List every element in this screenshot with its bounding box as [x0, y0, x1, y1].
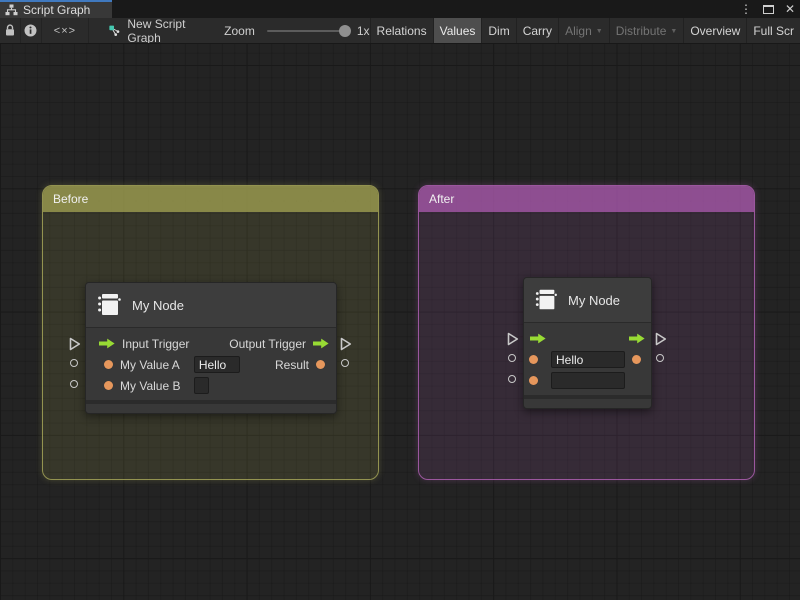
ext-value-port-out-result[interactable] [656, 354, 664, 362]
zoom-slider[interactable] [267, 30, 347, 32]
info-icon [24, 24, 37, 37]
ext-value-port-in-a[interactable] [508, 354, 516, 362]
ext-value-port-out-result[interactable] [341, 359, 349, 367]
code-icon: <×> [54, 25, 76, 37]
zoom-slider-handle[interactable] [339, 25, 351, 37]
port-my-value-a[interactable] [529, 351, 625, 368]
zoom-label: Zoom [224, 24, 255, 38]
ext-value-port-in-b[interactable] [70, 380, 78, 388]
zoom-control: Zoom 1x [224, 18, 369, 43]
node-title: My Node [568, 293, 620, 308]
window-maximize-icon[interactable] [763, 5, 774, 14]
overview-button[interactable]: Overview [683, 18, 746, 43]
trigger-arrow-icon [99, 338, 115, 349]
distribute-dropdown[interactable]: Distribute ▼ [609, 18, 684, 43]
value-port-icon [104, 360, 113, 369]
info-button[interactable] [21, 18, 42, 43]
carry-button[interactable]: Carry [516, 18, 558, 43]
group-before-header[interactable]: Before [43, 186, 378, 212]
value-port-icon [316, 360, 325, 369]
node-header[interactable]: My Node [86, 283, 336, 328]
ext-trigger-port-out[interactable] [655, 332, 667, 346]
port-output-trigger[interactable] [629, 333, 645, 344]
new-graph-label: New Script Graph [127, 18, 198, 44]
port-result[interactable] [632, 355, 641, 364]
value-port-icon [104, 381, 113, 390]
port-input-trigger[interactable] [530, 333, 546, 344]
graph-toolbar: <×> New Script Graph Zoom 1x Relations V… [0, 18, 800, 44]
align-dropdown[interactable]: Align ▼ [558, 18, 609, 43]
value-port-icon [529, 376, 538, 385]
ext-value-port-in-a[interactable] [70, 359, 78, 367]
node-footer [524, 399, 651, 408]
new-script-graph-button[interactable]: New Script Graph [105, 18, 202, 43]
tab-script-graph[interactable]: Script Graph [0, 0, 112, 18]
dim-button[interactable]: Dim [481, 18, 515, 43]
graph-canvas[interactable]: Before After My Node Input Trigger [0, 44, 800, 600]
value-b-input[interactable] [551, 372, 625, 389]
ext-trigger-port-in[interactable] [69, 337, 81, 351]
code-view-button[interactable]: <×> [42, 18, 90, 43]
node-before-my-node[interactable]: My Node Input Trigger Output Trigger My … [85, 282, 337, 414]
group-after-title: After [429, 192, 454, 206]
values-button[interactable]: Values [433, 18, 482, 43]
ext-trigger-port-in[interactable] [507, 332, 519, 346]
ext-trigger-port-out[interactable] [340, 337, 352, 351]
node-after-my-node[interactable]: My Node [523, 277, 652, 409]
trigger-arrow-icon [530, 333, 546, 344]
port-result[interactable]: Result [275, 358, 325, 372]
node-ports: Input Trigger Output Trigger My Value A … [86, 328, 336, 400]
graph-hierarchy-icon [5, 4, 18, 16]
node-default-icon [533, 287, 559, 313]
port-output-trigger[interactable]: Output Trigger [229, 337, 329, 351]
window-menu-icon[interactable]: ⋮ [740, 0, 752, 18]
chevron-down-icon: ▼ [596, 26, 603, 35]
window-controls: ⋮ ✕ [740, 0, 795, 18]
node-title: My Node [132, 298, 184, 313]
toolbar-right-buttons: Relations Values Dim Carry Align ▼ Distr… [370, 18, 800, 43]
value-b-input[interactable] [194, 377, 209, 394]
value-a-input[interactable] [551, 351, 625, 368]
group-after-header[interactable]: After [419, 186, 754, 212]
trigger-arrow-icon [629, 333, 645, 344]
value-a-input[interactable] [194, 356, 240, 373]
relations-button[interactable]: Relations [370, 18, 433, 43]
ext-value-port-in-b[interactable] [508, 375, 516, 383]
lock-button[interactable] [0, 18, 21, 43]
window-close-icon[interactable]: ✕ [785, 0, 795, 18]
fullscreen-button[interactable]: Full Scr [746, 18, 800, 43]
port-my-value-b[interactable] [529, 372, 625, 389]
node-footer [86, 404, 336, 413]
node-header[interactable]: My Node [524, 278, 651, 323]
trigger-arrow-icon [313, 338, 329, 349]
value-port-icon [529, 355, 538, 364]
zoom-value: 1x [357, 24, 370, 38]
node-default-icon [95, 291, 123, 319]
tab-bar: Script Graph ⋮ ✕ [0, 0, 800, 18]
script-graph-asset-icon [109, 23, 120, 38]
lock-icon [4, 24, 16, 37]
port-my-value-a[interactable]: My Value A [104, 356, 240, 373]
port-my-value-b[interactable]: My Value B [104, 377, 209, 394]
group-before-title: Before [53, 192, 88, 206]
script-graph-window: { "tab_bar": { "tab_title": "Script Grap… [0, 0, 800, 600]
value-port-icon [632, 355, 641, 364]
tab-title: Script Graph [23, 3, 90, 17]
port-input-trigger[interactable]: Input Trigger [99, 337, 189, 351]
node-ports [524, 323, 651, 395]
chevron-down-icon: ▼ [670, 26, 677, 35]
